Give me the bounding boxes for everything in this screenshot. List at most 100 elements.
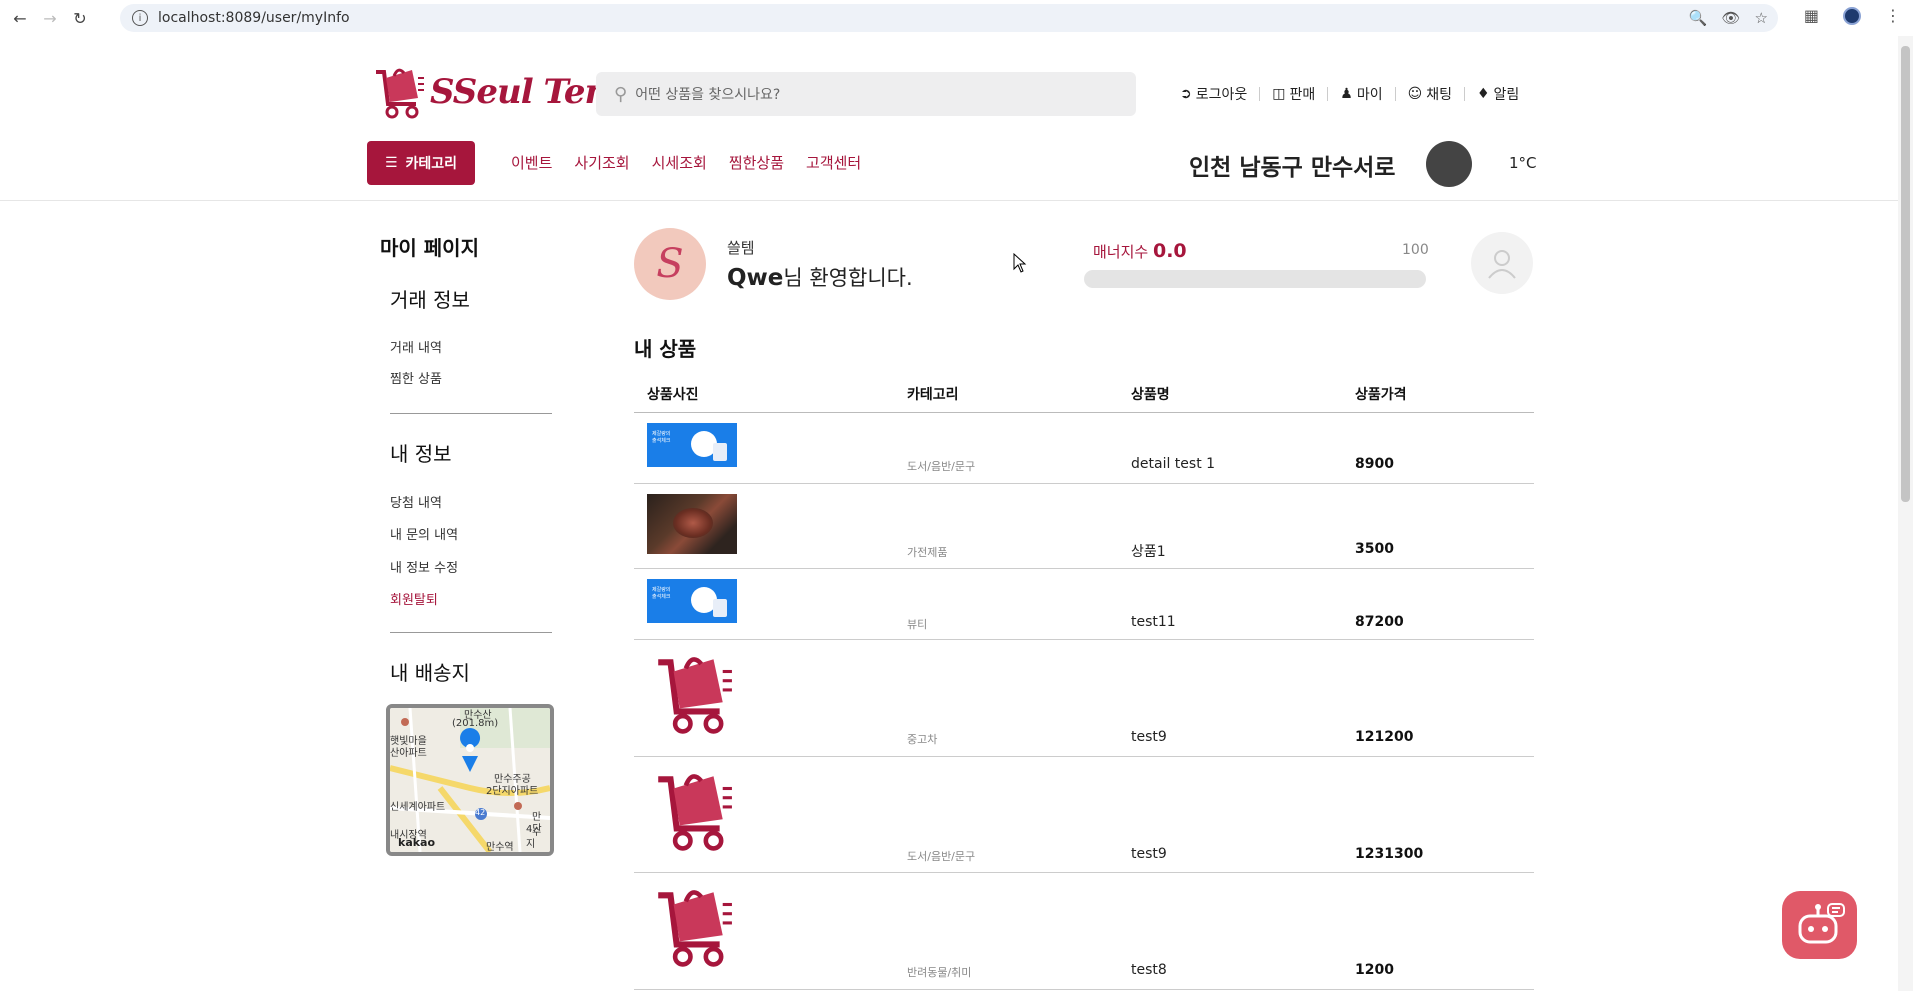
zoom-icon[interactable]: 🔍 — [1689, 9, 1708, 27]
product-price: 8900 — [1355, 456, 1394, 472]
product-name[interactable]: 상품1 — [1131, 541, 1166, 561]
header-photo: 상품사진 — [647, 387, 699, 403]
product-name[interactable]: test8 — [1131, 962, 1167, 978]
chatbot-button[interactable] — [1782, 891, 1857, 959]
address-title: 내 배송지 — [390, 661, 470, 685]
logout-link[interactable]: ➲ 로그아웃 — [1168, 84, 1259, 104]
sidebar-item-wishlist[interactable]: 찜한 상품 — [390, 368, 442, 387]
chat-link[interactable]: ☺ 채팅 — [1396, 84, 1464, 104]
product-image[interactable] — [647, 767, 737, 857]
sidebar-item-trade-history[interactable]: 거래 내역 — [390, 337, 442, 356]
product-category: 가전제품 — [907, 546, 948, 559]
product-image[interactable] — [647, 494, 737, 554]
chat-icon: ☺ — [1407, 86, 1423, 102]
extensions-icon[interactable]: ▦ — [1804, 6, 1819, 25]
sidebar-item-edit-info[interactable]: 내 정보 수정 — [390, 557, 458, 576]
product-name[interactable]: detail test 1 — [1131, 456, 1215, 472]
product-price: 1231300 — [1355, 846, 1424, 862]
table-row[interactable]: 도서/음반/문구 test9 1231300 — [634, 757, 1534, 873]
cart-logo-icon — [658, 774, 732, 851]
menu-event[interactable]: 이벤트 — [511, 152, 552, 173]
sell-link[interactable]: ◫ 판매 — [1260, 84, 1327, 104]
table-header: 상품사진 카테고리 상품명 상품가격 — [634, 374, 1534, 413]
main-menu: 이벤트 사기조회 시세조회 찜한상품 고객센터 — [511, 152, 861, 173]
manner-progress-bar — [1084, 270, 1426, 288]
site-header: SSeul Tem ⚲ 어떤 상품을 찾으시나요? ➲ 로그아웃 ◫ 판매 ♟ 마이 … — [0, 36, 1898, 201]
product-image[interactable] — [647, 650, 737, 740]
sidebar-divider — [390, 632, 552, 633]
trade-info-title: 거래 정보 — [390, 288, 470, 312]
bell-icon: ♦ — [1476, 86, 1490, 102]
search-icon: ⚲ — [614, 83, 628, 105]
sell-icon: ◫ — [1272, 86, 1286, 102]
logout-icon: ➲ — [1180, 86, 1192, 102]
sidebar-divider — [390, 413, 552, 414]
mouse-cursor-icon — [1013, 253, 1027, 273]
alarm-link[interactable]: ♦ 알림 — [1465, 84, 1531, 104]
products-table: 상품사진 카테고리 상품명 상품가격 제갈량의 출석체크 도서/음반/문구 det… — [634, 374, 1534, 990]
product-image[interactable]: 제갈량의 출석체크 — [647, 579, 737, 623]
sidebar-item-withdraw[interactable]: 회원탈퇴 — [390, 589, 438, 608]
table-row[interactable]: 가전제품 상품1 3500 — [634, 484, 1534, 569]
sidebar-item-winning-history[interactable]: 당첨 내역 — [390, 492, 442, 511]
product-price: 1200 — [1355, 962, 1394, 978]
reload-icon[interactable]: ↻ — [70, 8, 90, 28]
product-price: 121200 — [1355, 729, 1414, 745]
eye-icon[interactable]: 👁 — [1722, 9, 1741, 27]
cart-logo-icon — [658, 657, 732, 734]
header-price: 상품가격 — [1355, 387, 1407, 403]
back-icon[interactable]: ← — [10, 8, 30, 28]
product-name[interactable]: test9 — [1131, 846, 1167, 862]
table-row[interactable]: 중고차 test9 121200 — [634, 640, 1534, 757]
browser-profile-icon[interactable] — [1843, 6, 1861, 25]
product-name[interactable]: test11 — [1131, 614, 1176, 630]
product-category: 뷰티 — [907, 618, 928, 631]
search-input[interactable]: 어떤 상품을 찾으시나요? — [635, 84, 780, 104]
weather-icon — [1426, 141, 1472, 187]
user-avatar[interactable] — [1471, 232, 1533, 294]
sidebar-title: 마이 페이지 — [380, 236, 479, 260]
sidebar-item-my-inquiries[interactable]: 내 문의 내역 — [390, 524, 458, 543]
browser-menu-icon[interactable]: ⋮ — [1885, 6, 1901, 25]
menu-customer-center[interactable]: 고객센터 — [806, 152, 861, 173]
menu-price-check[interactable]: 시세조회 — [652, 152, 707, 173]
product-price: 3500 — [1355, 541, 1394, 557]
cart-logo-icon — [376, 68, 424, 119]
site-info-icon[interactable]: i — [132, 10, 148, 26]
shop-name: 쓸템 — [727, 239, 755, 257]
product-category: 도서/음반/문구 — [907, 850, 976, 863]
address-bar[interactable]: i localhost:8089/user/myInfo 🔍 👁 ☆ — [120, 4, 1778, 32]
forward-icon[interactable]: → — [40, 8, 60, 28]
manner-score: 매너지수 0.0 — [1093, 240, 1187, 262]
location-text: 인천 남동구 만수서로 — [1189, 155, 1396, 181]
table-row[interactable]: 제갈량의 출석체크 뷰티 test11 87200 — [634, 569, 1534, 640]
shop-avatar: S — [634, 228, 706, 300]
product-price: 87200 — [1355, 614, 1404, 630]
scrollbar-thumb[interactable] — [1901, 46, 1910, 502]
product-image[interactable] — [647, 883, 737, 973]
user-name: Qwe — [727, 265, 784, 291]
manner-value: 0.0 — [1152, 240, 1187, 262]
bookmark-star-icon[interactable]: ☆ — [1755, 9, 1768, 27]
robot-icon — [1798, 903, 1845, 944]
kakao-map-logo: kakao — [398, 836, 436, 849]
category-button[interactable]: ☰ 카테고리 — [367, 141, 475, 185]
temperature-text: 1°C — [1509, 154, 1537, 172]
table-row[interactable]: 반려동물/취미 test8 1200 — [634, 873, 1534, 990]
table-row[interactable]: 제갈량의 출석체크 도서/음반/문구 detail test 1 8900 — [634, 413, 1534, 484]
header-category: 카테고리 — [907, 387, 959, 403]
url-text[interactable]: localhost:8089/user/myInfo — [158, 10, 350, 26]
product-image[interactable]: 제갈량의 출석체크 — [647, 423, 737, 467]
menu-fraud-check[interactable]: 사기조회 — [574, 152, 629, 173]
product-name[interactable]: test9 — [1131, 729, 1167, 745]
menu-wishlist[interactable]: 찜한상품 — [729, 152, 784, 173]
manner-max: 100 — [1402, 242, 1429, 258]
address-map[interactable]: 만수산 (201.8m) 햇빛마을 산아파트 만수주공 2단지아파트 신세계아파… — [386, 704, 554, 856]
page-scrollbar[interactable] — [1898, 36, 1913, 991]
header-name: 상품명 — [1131, 387, 1170, 403]
site-logo[interactable]: SSeul Tem — [372, 64, 620, 120]
hamburger-icon: ☰ — [384, 155, 398, 171]
my-products-title: 내 상품 — [634, 337, 697, 361]
search-box[interactable]: ⚲ 어떤 상품을 찾으시나요? — [596, 72, 1136, 116]
my-link[interactable]: ♟ 마이 — [1328, 84, 1394, 104]
